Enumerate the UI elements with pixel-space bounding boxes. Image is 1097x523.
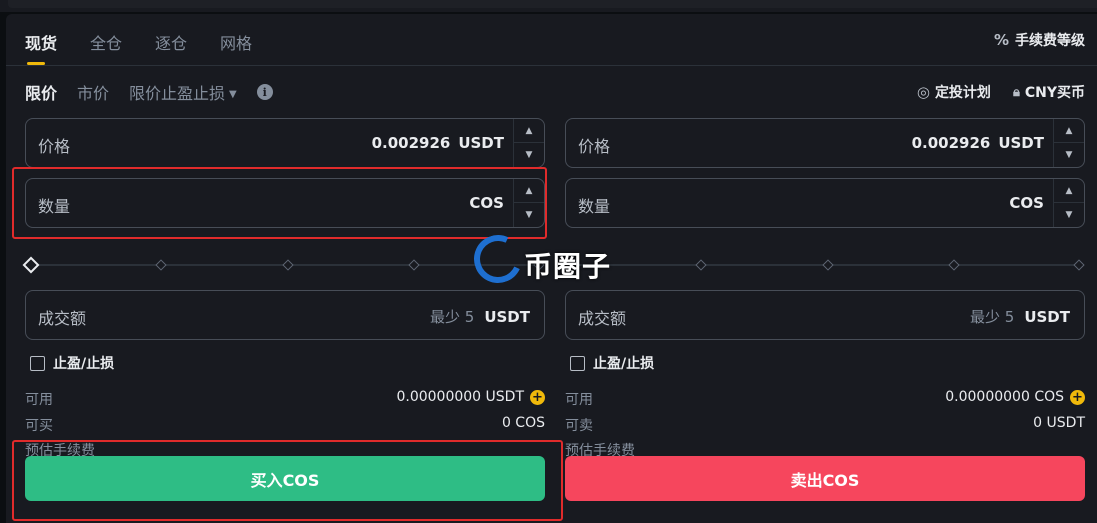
sell-total-label: 成交额 <box>578 309 627 328</box>
sell-available-row: 可用 0.00000000 COS + <box>565 389 1085 409</box>
order-type-stop-limit-label: 限价止盈止损 <box>129 84 226 103</box>
dca-label: 定投计划 <box>934 85 991 101</box>
top-strip-segment <box>8 0 1097 8</box>
buy-quantity-label: 数量 <box>38 197 71 216</box>
tab-isolated[interactable]: 逐仓 <box>155 30 187 54</box>
buy-total-field[interactable]: 成交额 最少 5 USDT <box>25 290 545 340</box>
buy-quantity-stepper: ▲ ▼ <box>513 179 544 227</box>
plus-circle-icon[interactable]: + <box>1070 389 1085 405</box>
buy-button[interactable]: 买入COS <box>25 456 545 501</box>
lock-icon: 🔒︎ <box>1012 84 1020 100</box>
caret-down-icon: ▼ <box>229 89 237 100</box>
watermark-ring-icon <box>467 228 529 290</box>
slider-mark-100[interactable] <box>1073 259 1085 271</box>
dca-link[interactable]: ◎ 定投计划 <box>917 82 991 102</box>
sell-available-value: 0.00000000 COS <box>945 389 1064 405</box>
slider-mark-25[interactable] <box>695 259 707 271</box>
sell-price-number: 0.002926 <box>911 134 991 152</box>
target-icon: ◎ <box>916 83 930 101</box>
buy-tpsl-label: 止盈/止损 <box>53 356 115 372</box>
fee-level-label: 手续费等级 <box>1015 33 1085 49</box>
sell-quantity-label: 数量 <box>578 197 611 216</box>
decrement-arrow-icon[interactable]: ▼ <box>514 143 544 167</box>
buy-tpsl-option[interactable]: 止盈/止损 <box>30 353 114 373</box>
tpsl-checkbox[interactable] <box>30 355 45 371</box>
sell-quantity-field[interactable]: 数量 COS ▲ ▼ <box>565 178 1085 228</box>
sell-price-value[interactable]: 0.002926 USDT <box>912 134 1044 152</box>
buy-max-value: 0 COS <box>501 415 545 431</box>
cny-buy-label: CNY买币 <box>1024 85 1085 101</box>
tab-spot[interactable]: 现货 <box>25 30 57 54</box>
top-links: ◎ 定投计划 🔒︎ CNY买币 <box>917 82 1085 102</box>
plus-circle-icon[interactable]: + <box>530 389 545 405</box>
buy-max-row: 可买 0 COS <box>25 415 545 435</box>
sell-tpsl-label: 止盈/止损 <box>593 356 655 372</box>
buy-total-label: 成交额 <box>38 309 87 328</box>
slider-mark-75[interactable] <box>948 259 960 271</box>
buy-available-value: 0.00000000 USDT <box>396 389 524 405</box>
slider-mark-50[interactable] <box>822 259 834 271</box>
increment-arrow-icon[interactable]: ▲ <box>514 179 544 203</box>
sell-total-min: 最少 5 <box>970 308 1015 326</box>
increment-arrow-icon[interactable]: ▲ <box>1054 179 1084 203</box>
buy-total-min: 最少 5 <box>430 308 475 326</box>
buy-quantity-field[interactable]: 数量 COS ▲ ▼ <box>25 178 545 228</box>
slider-mark-75[interactable] <box>408 259 420 271</box>
buy-max-label: 可买 <box>25 418 53 434</box>
sell-available-label: 可用 <box>565 392 593 408</box>
sell-button[interactable]: 卖出COS <box>565 456 1085 501</box>
buy-price-unit: USDT <box>458 134 504 152</box>
tab-cross[interactable]: 全仓 <box>90 30 122 54</box>
watermark-logo: 币圈子 <box>467 228 622 293</box>
percent-icon: % <box>993 31 1009 49</box>
sell-max-value: 0 USDT <box>1033 415 1085 431</box>
buy-price-label: 价格 <box>38 137 71 156</box>
sell-max-label: 可卖 <box>565 418 593 434</box>
slider-handle[interactable] <box>22 256 40 274</box>
watermark-text: 币圈子 <box>524 250 612 283</box>
increment-arrow-icon[interactable]: ▲ <box>1054 119 1084 143</box>
top-strip <box>0 0 1097 12</box>
slider-mark-25[interactable] <box>155 259 167 271</box>
sell-price-unit: USDT <box>998 134 1044 152</box>
order-type-limit[interactable]: 限价 <box>25 80 57 104</box>
margin-mode-tabs: 现货 全仓 逐仓 网格 % 手续费等级 <box>6 14 1097 66</box>
sell-amount-slider[interactable] <box>565 257 1085 273</box>
sell-price-field[interactable]: 价格 0.002926 USDT ▲ ▼ <box>565 118 1085 168</box>
slider-mark-50[interactable] <box>282 259 294 271</box>
order-type-stop-limit[interactable]: 限价止盈止损 ▼ <box>129 80 237 104</box>
info-icon[interactable]: i <box>256 84 273 100</box>
decrement-arrow-icon[interactable]: ▼ <box>1054 143 1084 167</box>
buy-price-field[interactable]: 价格 0.002926 USDT ▲ ▼ <box>25 118 545 168</box>
buy-quantity-unit: COS <box>469 194 504 212</box>
active-tab-indicator <box>27 62 45 65</box>
buy-price-number: 0.002926 <box>371 134 451 152</box>
buy-available-label: 可用 <box>25 392 53 408</box>
order-type-tabs: 限价 市价 限价止盈止损 ▼ i <box>25 80 273 104</box>
order-type-market[interactable]: 市价 <box>77 80 109 104</box>
sell-total-field[interactable]: 成交额 最少 5 USDT <box>565 290 1085 340</box>
buy-total-unit: USDT <box>484 308 530 326</box>
tab-grid[interactable]: 网格 <box>220 30 252 54</box>
decrement-arrow-icon[interactable]: ▼ <box>1054 203 1084 227</box>
tpsl-checkbox[interactable] <box>570 355 585 371</box>
sell-max-row: 可卖 0 USDT <box>565 415 1085 435</box>
sell-quantity-unit: COS <box>1009 194 1044 212</box>
sell-quantity-stepper: ▲ ▼ <box>1053 179 1084 227</box>
buy-available-row: 可用 0.00000000 USDT + <box>25 389 545 409</box>
decrement-arrow-icon[interactable]: ▼ <box>514 203 544 227</box>
sell-total-unit: USDT <box>1024 308 1070 326</box>
buy-price-stepper: ▲ ▼ <box>513 119 544 167</box>
sell-tpsl-option[interactable]: 止盈/止损 <box>570 353 654 373</box>
sell-total-value: 最少 5 USDT <box>970 306 1070 327</box>
sell-price-label: 价格 <box>578 137 611 156</box>
fee-level-link[interactable]: % 手续费等级 <box>994 30 1085 50</box>
buy-total-value: 最少 5 USDT <box>430 306 530 327</box>
buy-price-value[interactable]: 0.002926 USDT <box>372 134 504 152</box>
buy-amount-slider[interactable] <box>22 256 545 274</box>
cny-buy-link[interactable]: 🔒︎ CNY买币 <box>1013 82 1085 102</box>
sell-price-stepper: ▲ ▼ <box>1053 119 1084 167</box>
increment-arrow-icon[interactable]: ▲ <box>514 119 544 143</box>
